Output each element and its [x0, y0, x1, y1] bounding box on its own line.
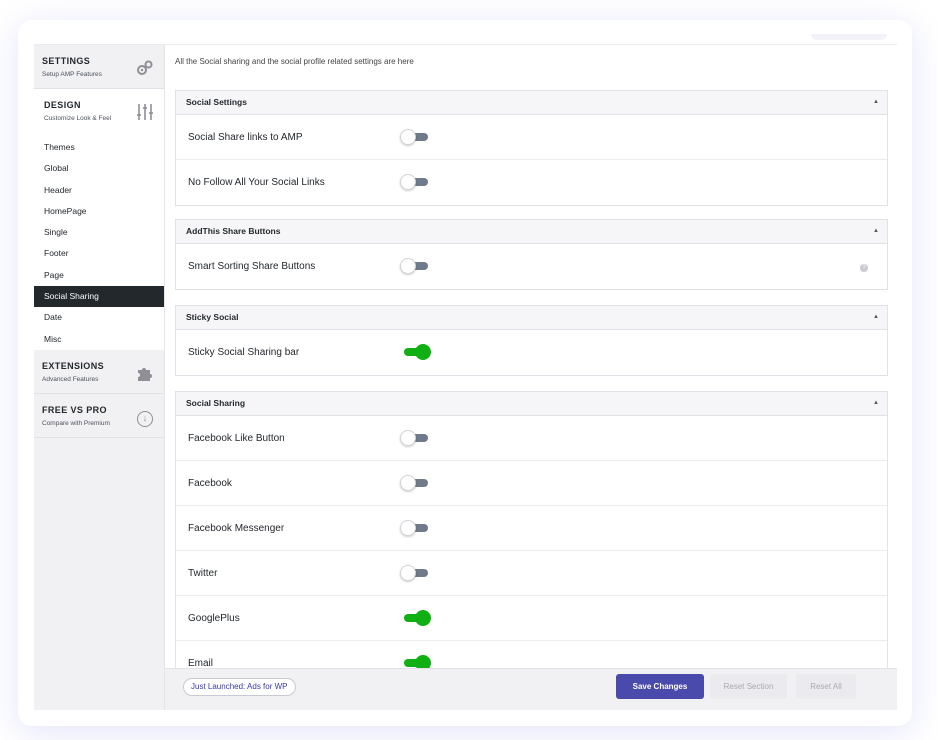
setting-label: Twitter: [188, 568, 218, 579]
panel-title: AddThis Share Buttons: [186, 226, 281, 236]
setting-row-smart-sorting-share-buttons: Smart Sorting Share Buttons?: [176, 244, 887, 289]
main-content: All the Social sharing and the social pr…: [165, 45, 897, 668]
sidebar-item-footer[interactable]: Footer: [34, 243, 164, 264]
save-changes-button[interactable]: Save Changes: [616, 674, 704, 699]
panel-header[interactable]: Sticky Social ▲: [176, 306, 887, 330]
toggle-switch[interactable]: [400, 610, 431, 626]
panel-title: Sticky Social: [186, 312, 239, 322]
toggle-switch[interactable]: [400, 174, 430, 190]
setting-row-facebook: Facebook: [176, 461, 887, 506]
sidebar-section-free-vs-pro[interactable]: FREE VS PRO Compare with Premium ↓: [34, 394, 164, 438]
setting-label: GooglePlus: [188, 613, 240, 624]
top-bar-button: [811, 34, 887, 40]
toggle-knob: [400, 174, 416, 190]
toggle-knob: [400, 520, 416, 536]
sidebar: SETTINGS Setup AMP Features DESIGN Custo…: [34, 45, 165, 710]
options-panel: SETTINGS Setup AMP Features DESIGN Custo…: [34, 34, 897, 710]
setting-row-sticky-social-sharing-bar: Sticky Social Sharing bar: [176, 330, 887, 375]
toggle-knob: [400, 475, 416, 491]
toggle-switch[interactable]: [400, 565, 430, 581]
panel-social-settings: Social Settings ▲ Social Share links to AM…: [175, 90, 888, 206]
setting-label: Facebook Like Button: [188, 433, 285, 444]
sidebar-item-global[interactable]: Global: [34, 158, 164, 179]
setting-label: Social Share links to AMP: [188, 132, 303, 143]
toggle-knob: [400, 258, 416, 274]
toggle-switch[interactable]: [400, 520, 430, 536]
panel-sticky-social: Sticky Social ▲ Sticky Social Sharing bar: [175, 305, 888, 376]
panel-header[interactable]: AddThis Share Buttons ▲: [176, 220, 887, 244]
help-icon[interactable]: ?: [860, 264, 868, 272]
sidebar-section-settings[interactable]: SETTINGS Setup AMP Features: [34, 45, 164, 89]
sidebar-section-extensions[interactable]: EXTENSIONS Advanced Features: [34, 350, 164, 394]
sidebar-item-misc[interactable]: Misc: [34, 329, 164, 350]
panel-title: Social Settings: [186, 97, 247, 107]
gears-icon: [136, 59, 154, 77]
setting-label: Facebook Messenger: [188, 523, 285, 534]
sidebar-item-social-sharing[interactable]: Social Sharing: [34, 286, 164, 308]
toggle-knob: [415, 655, 431, 668]
toggle-switch[interactable]: [400, 258, 430, 274]
ads-for-wp-link[interactable]: Just Launched: Ads for WP: [183, 678, 296, 696]
sidebar-item-page[interactable]: Page: [34, 265, 164, 286]
panel-title: Social Sharing: [186, 398, 246, 408]
collapse-caret-icon[interactable]: ▲: [873, 220, 879, 243]
setting-label: Smart Sorting Share Buttons: [188, 261, 316, 272]
reset-all-button[interactable]: Reset All: [796, 674, 856, 699]
panel-social-sharing: Social Sharing ▲ Facebook Like Button Faceb…: [175, 391, 888, 668]
toggle-switch[interactable]: [400, 344, 431, 360]
toggle-knob: [400, 129, 416, 145]
top-bar: [34, 34, 897, 45]
toggle-switch[interactable]: [400, 430, 430, 446]
sidebar-item-homepage[interactable]: HomePage: [34, 201, 164, 222]
setting-label: No Follow All Your Social Links: [188, 177, 325, 188]
panel-header[interactable]: Social Sharing ▲: [176, 392, 887, 416]
panel-header[interactable]: Social Settings ▲: [176, 91, 887, 115]
toggle-switch[interactable]: [400, 655, 431, 668]
collapse-caret-icon[interactable]: ▲: [873, 91, 879, 114]
setting-row-facebook-like-button: Facebook Like Button: [176, 416, 887, 461]
toggle-knob: [415, 344, 431, 360]
toggle-knob: [400, 565, 416, 581]
setting-label: Facebook: [188, 478, 232, 489]
setting-row-twitter: Twitter: [176, 551, 887, 596]
footer-bar: Just Launched: Ads for WP Save Changes R…: [165, 668, 897, 710]
sidebar-item-header[interactable]: Header: [34, 180, 164, 201]
sliders-icon: [136, 103, 154, 121]
setting-row-social-share-links-to-amp: Social Share links to AMP: [176, 115, 887, 160]
download-circle-icon: ↓: [136, 408, 154, 427]
setting-label: Sticky Social Sharing bar: [188, 347, 300, 358]
toggle-switch[interactable]: [400, 129, 430, 145]
setting-row-googleplus: GooglePlus: [176, 596, 887, 641]
sidebar-item-single[interactable]: Single: [34, 222, 164, 243]
collapse-caret-icon[interactable]: ▲: [873, 392, 879, 415]
sidebar-item-date[interactable]: Date: [34, 307, 164, 328]
design-submenu: Themes Global Header HomePage Single Footer Pa…: [34, 134, 164, 350]
reset-section-button[interactable]: Reset Section: [710, 674, 787, 699]
setting-row-no-follow-all-your-social-links: No Follow All Your Social Links: [176, 160, 887, 205]
sidebar-section-design[interactable]: DESIGN Customize Look & Feel: [34, 89, 164, 134]
setting-row-email: Email: [176, 641, 887, 668]
setting-row-facebook-messenger: Facebook Messenger: [176, 506, 887, 551]
toggle-knob: [415, 610, 431, 626]
intro-text: All the Social sharing and the social pr…: [175, 57, 414, 66]
toggle-knob: [400, 430, 416, 446]
puzzle-icon: [136, 364, 154, 382]
sidebar-item-themes[interactable]: Themes: [34, 137, 164, 158]
toggle-switch[interactable]: [400, 475, 430, 491]
panel-addthis-share-buttons: AddThis Share Buttons ▲ Smart Sorting Shar…: [175, 219, 888, 290]
setting-label: Email: [188, 658, 214, 668]
collapse-caret-icon[interactable]: ▲: [873, 306, 879, 329]
